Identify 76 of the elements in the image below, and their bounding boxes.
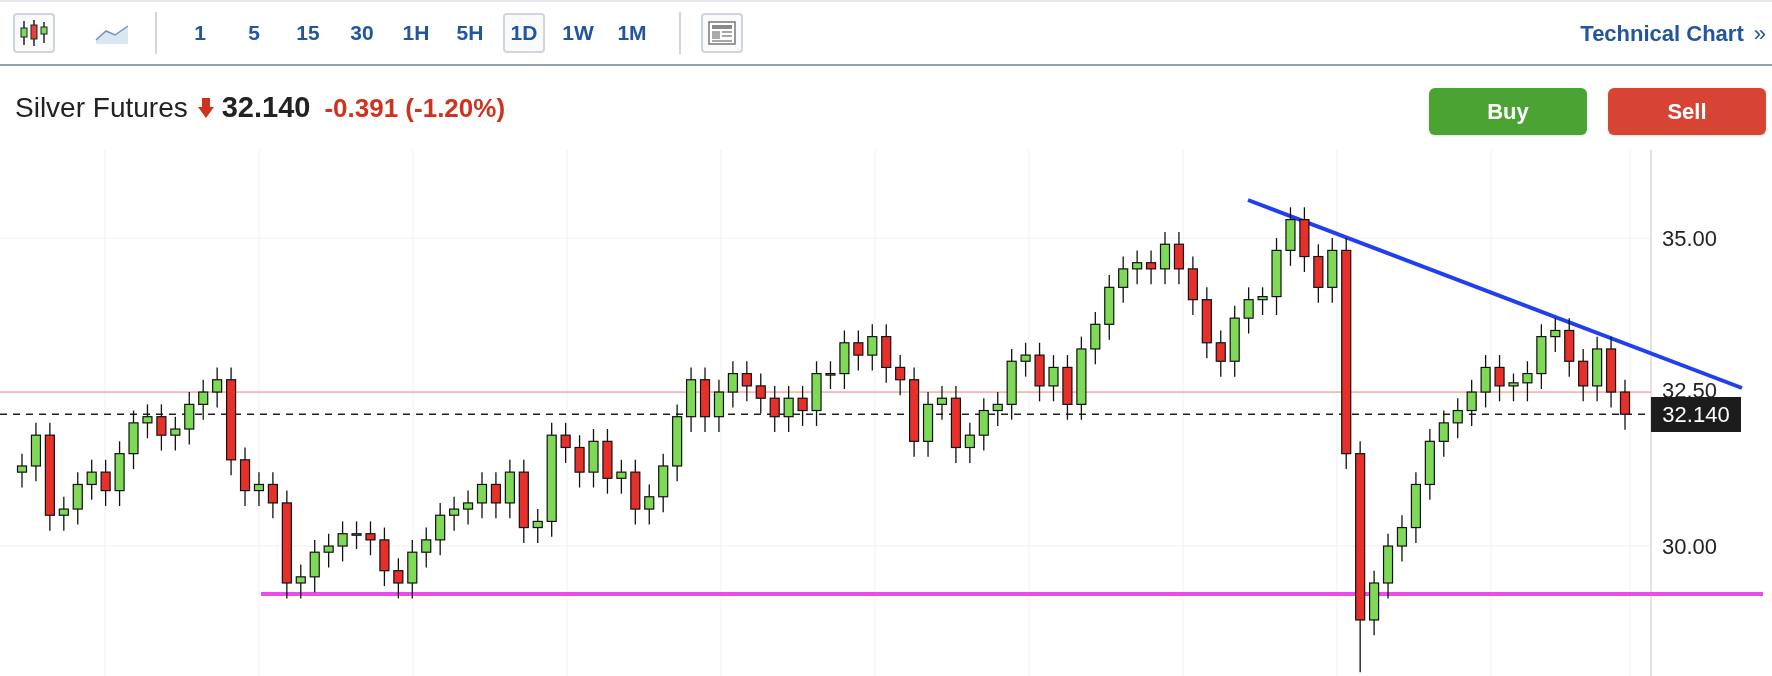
candlestick [616,459,627,495]
candlestick [1522,360,1533,402]
candlestick [267,471,278,519]
candlestick [783,385,794,433]
interval-tab[interactable]: 5H [449,13,491,53]
candlestick [769,385,780,433]
candlestick [755,372,766,415]
candlestick [644,483,655,526]
interval-tab[interactable]: 1H [395,13,437,53]
candlestick [895,354,906,396]
candlestick [797,385,808,427]
candlestick [1048,354,1059,402]
sell-button[interactable]: Sell [1608,87,1766,135]
candlestick [476,471,488,519]
candlestick [1550,317,1561,353]
candlestick [337,520,348,563]
candlestick [825,360,836,390]
candlestick [1020,342,1031,378]
candlestick [532,508,543,544]
candlestick [490,471,502,519]
candlestick-chart-icon[interactable] [13,13,55,53]
candlestick [560,422,571,464]
candlestick [393,557,404,600]
interval-tab[interactable]: 1W [557,13,599,53]
candlestick [1452,397,1463,439]
candlestick [198,379,209,421]
candlestick [295,563,306,600]
interval-tab[interactable]: 30 [341,13,383,53]
instrument-name: Silver Futures [15,91,188,125]
interval-tab[interactable]: 1D [503,13,545,53]
candlestick [964,422,975,464]
candlestick [462,489,474,526]
candlestick [1494,354,1505,402]
candlestick [1396,514,1408,563]
interval-tab[interactable]: 5 [233,13,275,53]
candlestick [323,533,334,569]
interval-tab[interactable]: 15 [287,13,329,53]
candlestick [421,526,432,569]
candlestick [212,366,223,409]
candlestick [16,453,28,489]
technical-chart-link[interactable]: Technical Chart [1580,16,1744,50]
candlestick [86,459,97,501]
candlestick [365,520,376,556]
candlestick [992,391,1003,427]
news-icon[interactable] [701,13,743,53]
price: 32.140 [221,90,311,126]
candlestick [170,416,181,452]
price-change: -0.391 (-1.20%) [324,91,506,125]
candlestick [1508,372,1519,402]
candlestick [936,385,948,421]
candlestick [867,323,878,372]
axis-label: 35.00 [1662,226,1718,252]
candlestick [741,360,752,402]
candlestick [1619,379,1631,431]
axis-label: 30.00 [1662,534,1718,560]
last-price-label: 32.140 [1651,397,1741,433]
candlestick [351,520,362,550]
candlestick [1257,286,1268,316]
candlestick [1132,249,1143,285]
candlestick [1243,286,1254,335]
candlestick [1466,379,1477,427]
chevron-icon[interactable]: » [1753,16,1766,50]
interval-tab[interactable]: 1 [179,13,221,53]
candlestick [1145,249,1157,285]
candlestick [1438,409,1449,458]
candlestick [142,403,153,439]
candlestick [58,496,69,532]
candlestick [100,459,111,507]
candlestick [253,471,265,507]
candlestick [449,496,460,532]
candlestick [156,403,167,452]
candlestick [853,329,864,372]
interval-tab[interactable]: 1M [611,13,653,53]
candlestick [1215,329,1226,378]
candlestick [1118,255,1129,304]
candlestick [727,360,738,409]
